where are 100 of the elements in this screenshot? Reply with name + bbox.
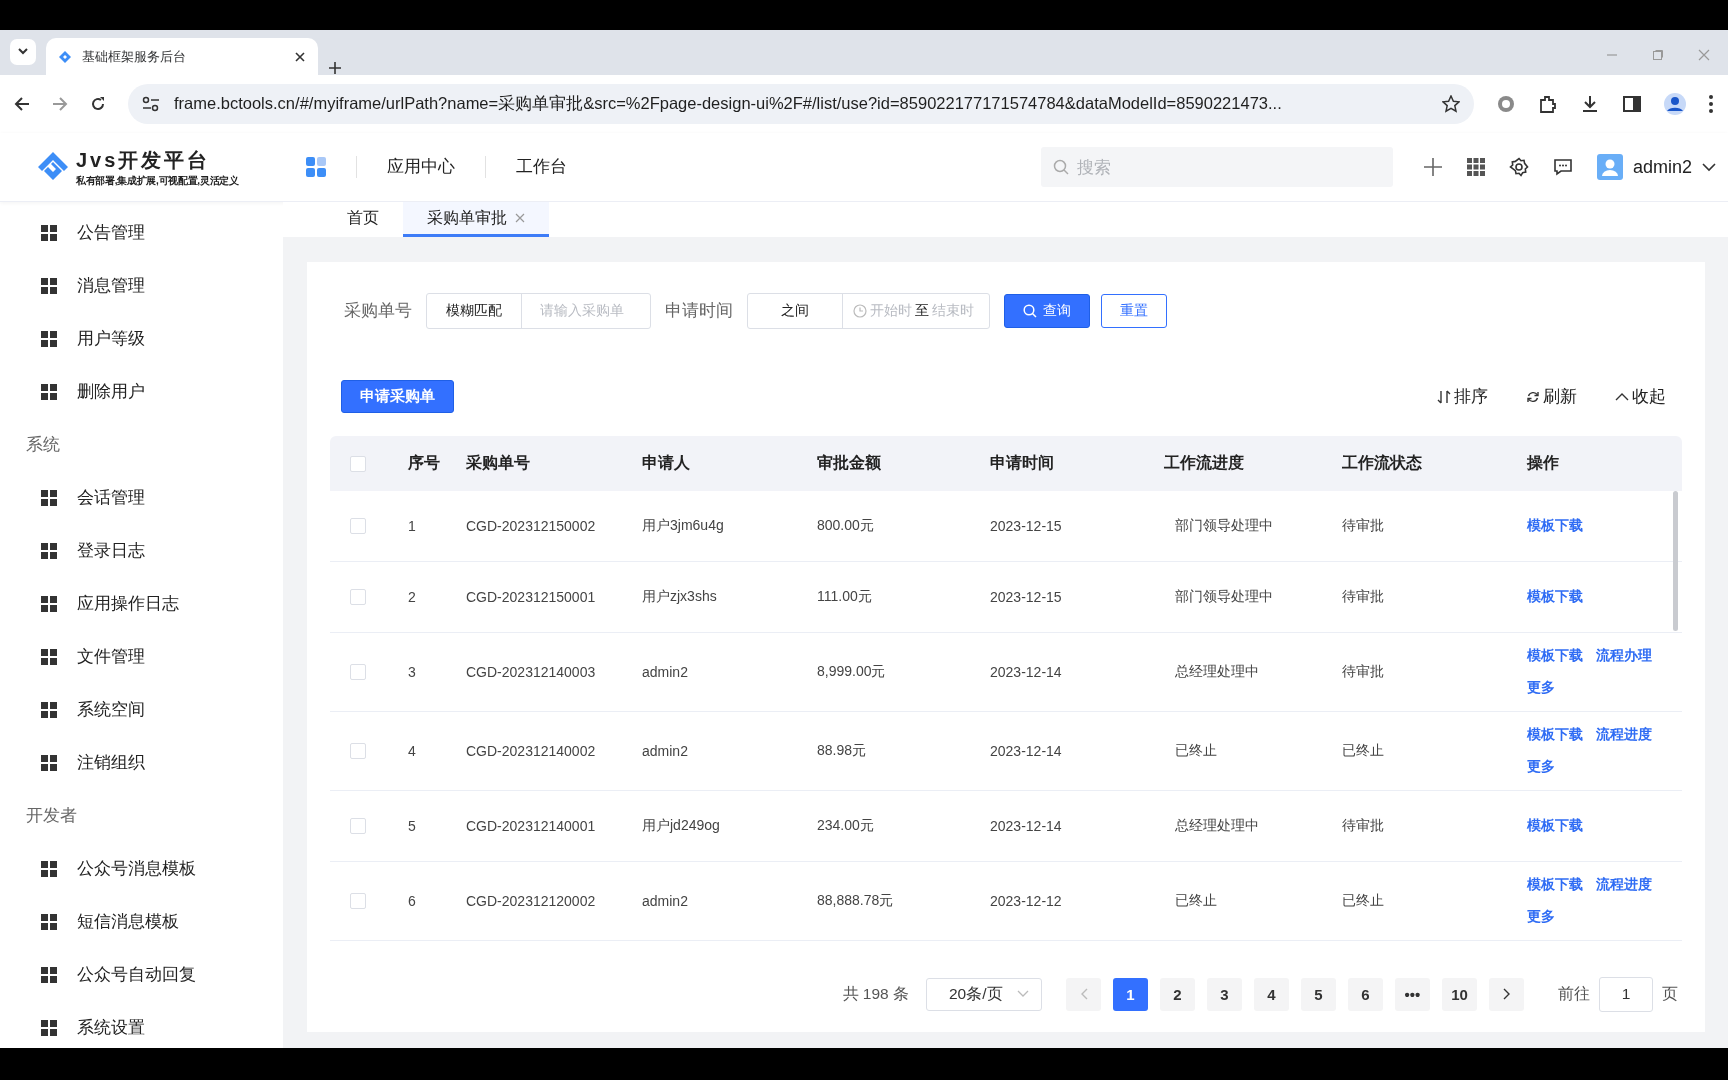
- sidebar-item[interactable]: 系统设置: [0, 1001, 283, 1048]
- action-link[interactable]: 模板下载: [1527, 647, 1583, 665]
- table-cell-text: 88,888.78元: [816, 892, 895, 910]
- action-link[interactable]: 流程办理: [1596, 647, 1652, 665]
- next-page-button[interactable]: [1489, 977, 1524, 1011]
- tab-list-button[interactable]: [10, 39, 36, 65]
- page-button[interactable]: 10: [1442, 977, 1477, 1011]
- star-icon[interactable]: [1442, 95, 1460, 113]
- caret-icon: [17, 48, 29, 56]
- record-icon[interactable]: [1496, 94, 1516, 114]
- settings-icon[interactable]: [1508, 157, 1529, 177]
- row-checkbox[interactable]: [350, 743, 366, 759]
- table-cell-text: CGD-202312150002: [465, 518, 597, 534]
- download-icon[interactable]: [1580, 94, 1600, 114]
- clock-icon: [853, 303, 867, 318]
- action-link[interactable]: 模板下载: [1527, 817, 1583, 835]
- grid-icon: [41, 383, 57, 400]
- page-button[interactable]: 5: [1301, 977, 1336, 1011]
- browser-tab[interactable]: 基础框架服务后台: [46, 38, 318, 75]
- chevron-left-icon: [1079, 988, 1088, 1000]
- grid-icon: [41, 754, 57, 771]
- grid-icon: [41, 330, 57, 347]
- reload-icon[interactable]: [90, 96, 106, 112]
- select-all-checkbox[interactable]: [350, 455, 366, 472]
- page-unit-label: 页: [1662, 983, 1678, 1004]
- user-menu[interactable]: admin2: [1596, 154, 1716, 180]
- action-link[interactable]: 更多: [1527, 758, 1555, 776]
- grid-icon[interactable]: [1466, 158, 1485, 176]
- sidebar-item[interactable]: 会话管理: [0, 471, 283, 524]
- grid-icon: [41, 648, 57, 665]
- page-button[interactable]: 4: [1254, 977, 1289, 1011]
- message-icon[interactable]: [1552, 157, 1573, 177]
- query-button[interactable]: 查询: [1004, 293, 1090, 328]
- page-size-select[interactable]: 20条/页: [926, 977, 1042, 1011]
- page-button[interactable]: 1: [1113, 977, 1148, 1011]
- table-cell-text: admin2: [641, 664, 689, 680]
- table-cell-text: 待审批: [1341, 817, 1385, 835]
- action-link[interactable]: 模板下载: [1527, 517, 1583, 535]
- action-link[interactable]: 模板下载: [1527, 876, 1583, 894]
- table-cell-text: 已终止: [1341, 892, 1385, 910]
- table-cell-text: 234.00元: [816, 817, 875, 835]
- toolbar-button[interactable]: 排序: [1437, 385, 1488, 408]
- page-button[interactable]: •••: [1395, 977, 1430, 1011]
- action-link[interactable]: 更多: [1527, 679, 1555, 697]
- close-icon[interactable]: [294, 50, 306, 63]
- forward-icon[interactable]: [52, 96, 68, 112]
- add-icon[interactable]: [1422, 157, 1443, 177]
- sidebar-item[interactable]: 消息管理: [0, 259, 283, 312]
- page-button[interactable]: 6: [1348, 977, 1383, 1011]
- restore-icon[interactable]: [1652, 49, 1664, 61]
- reset-button[interactable]: 重置: [1101, 293, 1167, 328]
- action-link[interactable]: 模板下载: [1527, 588, 1583, 606]
- toolbar-button[interactable]: 刷新: [1526, 385, 1577, 408]
- page-button[interactable]: 2: [1160, 977, 1195, 1011]
- sidebar-item[interactable]: 应用操作日志: [0, 577, 283, 630]
- side-panel-icon[interactable]: [1622, 94, 1642, 114]
- caret-icon: [1017, 990, 1029, 998]
- extensions-icon[interactable]: [1538, 94, 1558, 114]
- nav-link[interactable]: 应用中心: [356, 156, 485, 178]
- toolbar-button[interactable]: 收起: [1615, 385, 1666, 408]
- create-order-button[interactable]: 申请采购单: [341, 380, 454, 413]
- sort-icon: [1437, 389, 1451, 404]
- sidebar-item[interactable]: 公告管理: [0, 206, 283, 259]
- action-link[interactable]: 流程进度: [1596, 876, 1652, 894]
- scrollbar[interactable]: [1673, 491, 1678, 631]
- sidebar-item[interactable]: 文件管理: [0, 630, 283, 683]
- date-range-field[interactable]: 开始时 至 结束时: [843, 301, 989, 320]
- action-link[interactable]: 流程进度: [1596, 726, 1652, 744]
- row-checkbox[interactable]: [350, 664, 366, 680]
- table-cell-text: 部门领导处理中: [1174, 588, 1274, 606]
- action-link[interactable]: 模板下载: [1527, 726, 1583, 744]
- page-jump-field[interactable]: 1: [1599, 976, 1653, 1012]
- sidebar-item[interactable]: 短信消息模板: [0, 895, 283, 948]
- page-button[interactable]: 3: [1207, 977, 1242, 1011]
- page-tab[interactable]: 首页: [323, 202, 403, 237]
- nav-link[interactable]: 工作台: [485, 156, 597, 178]
- sidebar-item[interactable]: 系统空间: [0, 683, 283, 736]
- sidebar-item[interactable]: 删除用户: [0, 365, 283, 418]
- row-checkbox[interactable]: [350, 818, 366, 834]
- row-checkbox[interactable]: [350, 589, 366, 605]
- range-mode-select[interactable]: 之间: [748, 293, 843, 328]
- address-bar[interactable]: frame.bctools.cn/#/myiframe/urlPath?name=采购单审批&src=%2Fpage-design-ui%2F#/list/use?id=859022177171574784&dataModelId=8590221473...: [128, 84, 1474, 124]
- sidebar-item[interactable]: 公众号自动回复: [0, 948, 283, 1001]
- page-tab[interactable]: 采购单审批: [403, 202, 549, 237]
- table-cell-text: 已终止: [1341, 742, 1385, 760]
- action-link[interactable]: 更多: [1527, 908, 1555, 926]
- sidebar-item[interactable]: 登录日志: [0, 524, 283, 577]
- sidebar-item[interactable]: 公众号消息模板: [0, 842, 283, 895]
- match-mode-select[interactable]: 模糊匹配: [427, 293, 522, 328]
- sidebar-item[interactable]: 注销组织: [0, 736, 283, 789]
- table-cell-text: 2023-12-12: [989, 893, 1063, 909]
- more-icon[interactable]: [1708, 94, 1714, 114]
- apps-icon[interactable]: [306, 157, 326, 177]
- sidebar-item[interactable]: 用户等级: [0, 312, 283, 365]
- field-label: 申请时间: [665, 299, 733, 321]
- new-tab-icon[interactable]: [328, 61, 342, 75]
- row-checkbox[interactable]: [350, 893, 366, 909]
- back-icon[interactable]: [14, 96, 30, 112]
- profile-icon[interactable]: [1664, 93, 1686, 115]
- row-checkbox[interactable]: [350, 518, 366, 534]
